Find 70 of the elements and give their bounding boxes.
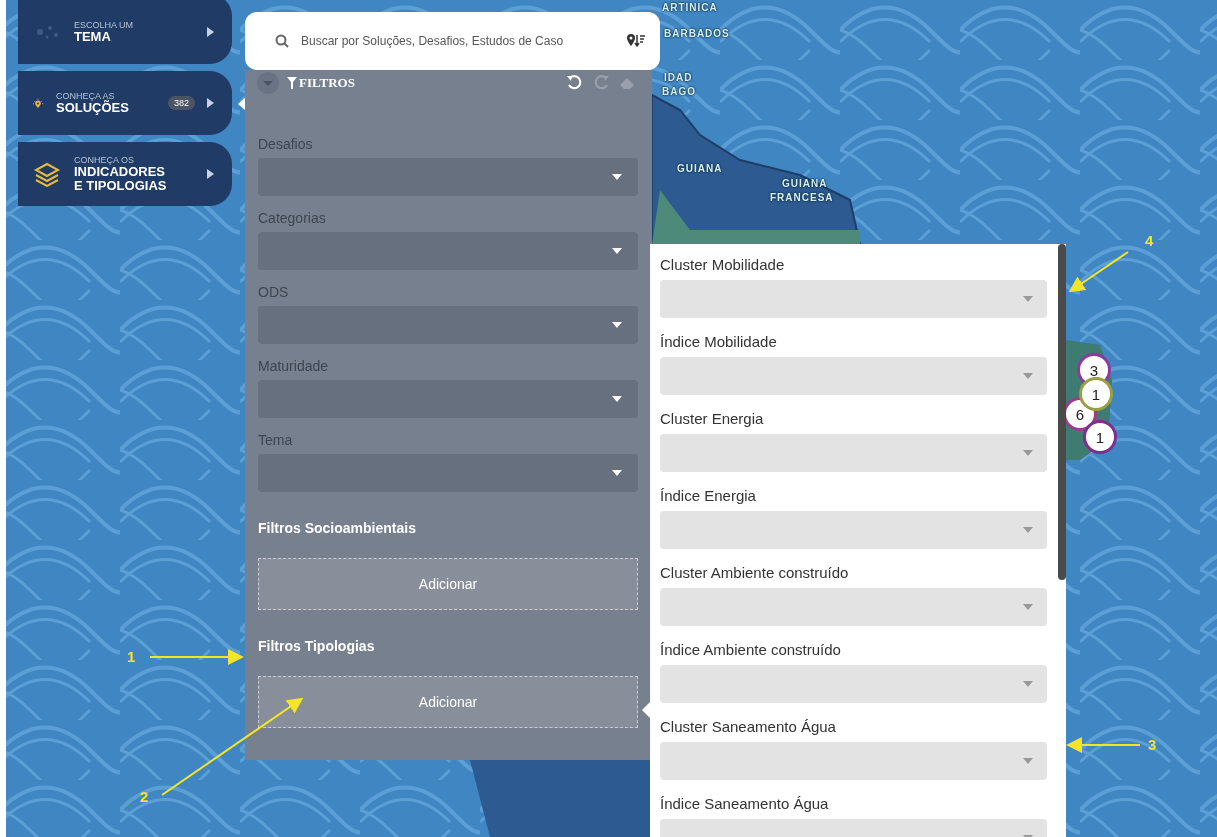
caret-icon: [1023, 450, 1033, 456]
dropdown-field[interactable]: [258, 232, 638, 270]
map-label: ARTINICA: [662, 2, 718, 13]
dropdown-field[interactable]: [258, 158, 638, 196]
map-label: GUIANA: [677, 163, 723, 174]
caret-icon: [612, 396, 622, 402]
nav-item[interactable]: CONHEÇA OS INDICADORES E TIPOLOGIAS: [18, 142, 232, 206]
dropdown-field[interactable]: [660, 357, 1047, 395]
dropdown-field[interactable]: [258, 380, 638, 418]
chevron-right-icon: [207, 27, 214, 37]
chevron-right-icon: [207, 169, 214, 179]
dropdown-field[interactable]: [660, 434, 1047, 472]
collapse-icon[interactable]: [257, 72, 279, 94]
count-badge: 382: [167, 96, 195, 110]
nav-item[interactable]: ESCOLHA UM TEMA: [18, 0, 232, 64]
annotation-number: 2: [140, 788, 149, 805]
map-label: FRANCESA: [770, 192, 834, 203]
section-title: Filtros Tipologias: [258, 638, 376, 654]
annotation-number: 4: [1145, 232, 1154, 249]
field-label: Tema: [258, 432, 294, 450]
caret-icon: [612, 174, 622, 180]
nav-overline: CONHEÇA OS: [74, 155, 135, 166]
field-label: Cluster Ambiente construído: [660, 564, 850, 582]
caret-icon: [612, 248, 622, 254]
nav-title: SOLUÇÕES: [55, 101, 130, 115]
field-label: Categorias: [258, 210, 327, 228]
search-icon: [275, 34, 289, 48]
dropdown-field[interactable]: [660, 588, 1047, 626]
funnel-icon: [287, 77, 297, 89]
caret-icon: [1023, 604, 1033, 610]
chevron-right-icon: [207, 98, 214, 108]
scrollbar[interactable]: [1058, 244, 1066, 580]
map-label: IDAD: [664, 72, 693, 83]
pin-sort-icon[interactable]: [626, 33, 646, 49]
field-label: Cluster Saneamento Água: [660, 718, 837, 736]
nav-title: TEMA: [74, 30, 112, 44]
nav-title: INDICADORES E TIPOLOGIAS: [74, 165, 168, 193]
filters-title: FILTROS: [299, 75, 355, 91]
caret-icon: [1023, 373, 1033, 379]
map-label: BARBADOS: [664, 28, 730, 39]
field-label: Índice Ambiente construído: [660, 641, 842, 659]
caret-icon: [1023, 758, 1033, 764]
dropdown-field[interactable]: [660, 742, 1047, 780]
caret-icon: [1023, 681, 1033, 687]
layers-icon: [32, 161, 62, 187]
nav-overline: ESCOLHA UM: [74, 20, 134, 31]
caret-icon: [612, 322, 622, 328]
field-label: Desafios: [258, 136, 314, 154]
field-label: Índice Mobilidade: [660, 333, 778, 351]
dropdown-field[interactable]: [660, 511, 1047, 549]
map-label: BAGO: [662, 86, 696, 97]
annotation-arrow: [1068, 251, 1129, 293]
caret-icon: [1023, 296, 1033, 302]
field-label: Maturidade: [258, 358, 330, 376]
dropdown-field[interactable]: [660, 665, 1047, 703]
field-label: ODS: [258, 284, 290, 302]
annotation-number: 3: [1148, 736, 1157, 753]
field-label: Cluster Energia: [660, 410, 765, 428]
section-title: Filtros Socioambientais: [258, 520, 417, 536]
dropdown-field[interactable]: [258, 306, 638, 344]
dropdown-field[interactable]: [660, 280, 1047, 318]
dropdown-field[interactable]: [258, 454, 638, 492]
field-label: Índice Energia: [660, 487, 757, 505]
caret-icon: [612, 470, 622, 476]
field-label: Cluster Mobilidade: [660, 256, 786, 274]
map-label: GUIANA: [782, 178, 828, 189]
undo-icon[interactable]: [566, 74, 584, 92]
field-label: Índice Saneamento Água: [660, 795, 830, 813]
caret-icon: [1023, 527, 1033, 533]
annotation-number: 1: [127, 648, 136, 665]
